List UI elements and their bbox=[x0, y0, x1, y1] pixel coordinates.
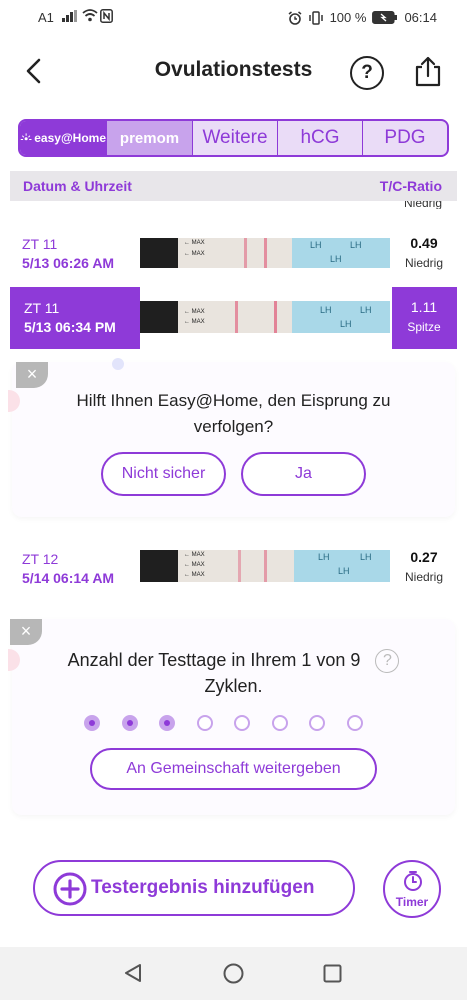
battery-icon bbox=[372, 11, 398, 24]
ratio-value: 1.11 bbox=[410, 299, 438, 315]
ratio-value: 0.27 bbox=[410, 549, 438, 565]
cycle-stats-card: × Anzahl der Testtage in Ihrem 1 von 9 ?… bbox=[8, 619, 455, 815]
tab-premom[interactable]: premom bbox=[106, 121, 192, 155]
add-test-result-button[interactable]: Testergebnis hinzufügen bbox=[33, 860, 355, 916]
close-icon[interactable]: × bbox=[16, 362, 48, 388]
status-bar: A1 100 % 06:14 bbox=[0, 0, 467, 36]
cycle-stats-line1: Anzahl der Testtage in Ihrem 1 von 9 bbox=[67, 650, 361, 670]
ratio-value: 0.49 bbox=[410, 235, 438, 251]
nav-home-icon[interactable] bbox=[223, 963, 244, 984]
tab-easy-home-label: easy@Home bbox=[34, 131, 106, 145]
close-icon[interactable]: × bbox=[10, 619, 42, 645]
ratio-level: Niedrig bbox=[404, 256, 443, 270]
tab-easy-home[interactable]: easy@Home bbox=[20, 121, 106, 155]
app-header: Ovulationstests ? bbox=[0, 40, 467, 104]
row-cycle-day: ZT 11 bbox=[22, 236, 58, 252]
progress-dot bbox=[84, 715, 100, 731]
timer-button[interactable]: Timer bbox=[383, 860, 441, 918]
test-strip-photo: ← MAX ← MAX LH LH LH bbox=[140, 301, 390, 333]
progress-dot bbox=[346, 715, 363, 731]
row-cycle-day: ZT 12 bbox=[22, 551, 59, 567]
table-row[interactable]: ZT 11 5/13 06:26 AM ← MAX ← MAX LH LH LH… bbox=[0, 226, 467, 276]
tab-pdg[interactable]: PDG bbox=[362, 121, 447, 155]
row-date: ZT 12 5/14 06:14 AM bbox=[22, 551, 114, 586]
table-row-highlighted[interactable]: ZT 11 5/13 06:34 PM ← MAX ← MAX LH LH LH… bbox=[0, 287, 467, 349]
share-community-button[interactable]: An Gemeinschaft weitergeben bbox=[90, 748, 377, 790]
help-icon[interactable]: ? bbox=[375, 649, 400, 674]
battery-percent: 100 % bbox=[329, 10, 367, 25]
tab-premom-label: premom bbox=[119, 129, 180, 147]
test-strip-photo: ← MAX ← MAX LH LH LH bbox=[140, 238, 390, 268]
row-datetime: 5/13 06:26 AM bbox=[22, 255, 115, 271]
alarm-icon bbox=[288, 10, 302, 25]
progress-dot bbox=[271, 715, 288, 731]
tab-hcg[interactable]: hCG bbox=[277, 121, 362, 155]
table-row[interactable]: ZT 12 5/14 06:14 AM ← MAX ← MAX ← MAX LH… bbox=[0, 542, 467, 592]
row-date: ZT 11 5/13 06:26 AM bbox=[22, 236, 114, 271]
share-icon[interactable] bbox=[413, 55, 443, 87]
nav-back-icon[interactable] bbox=[123, 963, 143, 983]
progress-dot bbox=[196, 715, 213, 731]
plus-circle-icon bbox=[53, 872, 87, 906]
clock: 06:14 bbox=[404, 10, 437, 25]
nfc-icon bbox=[100, 9, 113, 23]
ratio-cell: 1.11 Spitze bbox=[394, 299, 454, 334]
progress-dot bbox=[159, 715, 175, 731]
column-ratio-header: T/C-Ratio bbox=[379, 178, 442, 194]
row-cycle-day: ZT 11 bbox=[24, 300, 60, 316]
cycle-stats-line2: Zyklen. bbox=[204, 676, 263, 697]
row-datetime: 5/14 06:14 AM bbox=[22, 570, 115, 586]
add-test-result-label: Testergebnis hinzufügen bbox=[91, 877, 315, 898]
signal-icon bbox=[62, 10, 77, 22]
cut-off-level: Niedrig bbox=[404, 201, 443, 209]
ratio-cell: 0.49 Niedrig bbox=[394, 235, 454, 270]
nav-recents-icon[interactable] bbox=[323, 964, 342, 983]
wifi-icon bbox=[82, 9, 98, 22]
tab-weitere-label: Weitere bbox=[202, 127, 268, 148]
system-nav-bar bbox=[0, 947, 467, 1000]
survey-question: Hilft Ihnen Easy@Home, den Eisprung zu v… bbox=[76, 391, 391, 436]
brand-tabs: easy@Home premom Weitere hCG PDG bbox=[18, 119, 449, 157]
progress-dot bbox=[121, 715, 138, 731]
yes-button[interactable]: Ja bbox=[241, 452, 366, 496]
cycle-stats-text: Anzahl der Testtage in Ihrem 1 von 9 ? Z… bbox=[12, 647, 455, 699]
easy-home-logo-icon bbox=[20, 133, 32, 141]
ratio-level: Niedrig bbox=[404, 570, 443, 584]
vibrate-icon bbox=[308, 10, 323, 25]
column-date-header: Datum & Uhrzeit bbox=[23, 178, 132, 194]
timer-label: Timer bbox=[395, 895, 429, 909]
tab-hcg-label: hCG bbox=[300, 127, 340, 148]
stopwatch-icon bbox=[404, 871, 422, 891]
ratio-level: Spitze bbox=[407, 320, 441, 334]
progress-dot bbox=[309, 715, 325, 731]
decor-dot bbox=[112, 358, 124, 370]
table-header: Datum & Uhrzeit T/C-Ratio bbox=[10, 171, 457, 201]
test-strip-photo: ← MAX ← MAX ← MAX LH LH LH bbox=[140, 550, 390, 582]
page-title: Ovulationstests bbox=[154, 58, 313, 81]
not-sure-button[interactable]: Nicht sicher bbox=[101, 452, 226, 496]
carrier-label: A1 bbox=[38, 10, 54, 25]
tab-pdg-label: PDG bbox=[384, 127, 426, 148]
row-date: ZT 11 5/13 06:34 PM bbox=[24, 300, 116, 335]
survey-card: × Hilft Ihnen Easy@Home, den Eisprung zu… bbox=[8, 358, 455, 517]
row-datetime: 5/13 06:34 PM bbox=[24, 319, 116, 335]
help-icon[interactable]: ? bbox=[350, 56, 384, 90]
progress-dot bbox=[234, 715, 250, 731]
ratio-cell: 0.27 Niedrig bbox=[394, 549, 454, 584]
tab-weitere[interactable]: Weitere bbox=[192, 121, 277, 155]
